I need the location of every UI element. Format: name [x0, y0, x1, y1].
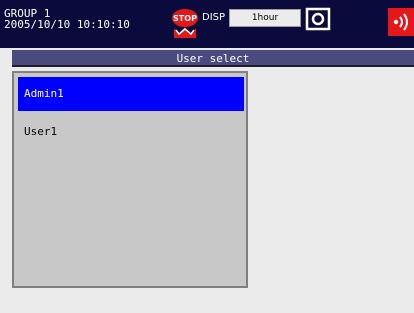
memory-media-icon[interactable]: [305, 7, 331, 31]
display-interval-field[interactable]: 1hour: [229, 9, 301, 27]
alarm-icon[interactable]: [388, 8, 414, 36]
disp-label: DISP: [202, 12, 226, 23]
user-list: Admin1 User1: [12, 71, 248, 288]
dialog-title: User select: [12, 50, 414, 67]
list-item-user1[interactable]: User1: [18, 115, 244, 149]
stop-icon[interactable]: STOP: [170, 8, 200, 40]
list-item-admin1[interactable]: Admin1: [18, 77, 244, 111]
date-time: 2005/10/10 10:10:10: [4, 18, 130, 31]
status-bar: GROUP 1 2005/10/10 10:10:10 STOP DISP 1h…: [0, 0, 414, 48]
stop-icon-text: STOP: [173, 14, 197, 23]
